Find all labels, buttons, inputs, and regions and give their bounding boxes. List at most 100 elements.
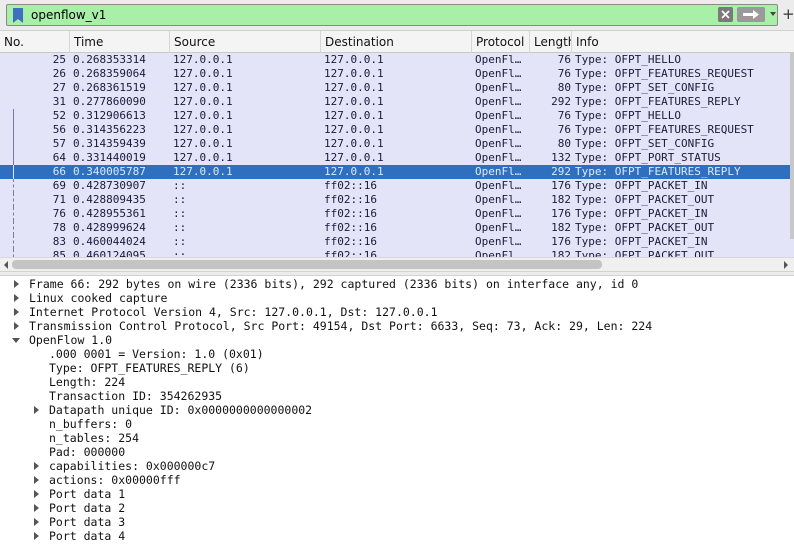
detail-tree-item[interactable]: Datapath unique ID: 0x0000000000000002 — [0, 403, 794, 417]
packet-cell-info: Type: OFPT_FEATURES_REPLY — [575, 95, 741, 108]
packet-row[interactable]: 25 0.268353314 127.0.0.1 127.0.0.1 OpenFl… 76… — [0, 53, 794, 67]
detail-tree-label: Datapath unique ID: 0x0000000000000002 — [49, 403, 313, 417]
packet-cell-no: 52 — [52, 109, 66, 122]
packet-row[interactable]: 78 0.428999624:: ff02::16 OpenFl… 182 Type: O… — [0, 221, 794, 235]
packet-cell-time: 0.277860090 — [73, 95, 146, 108]
packet-cell-src: :: — [173, 221, 187, 234]
packet-cell-no: 26 — [52, 67, 66, 80]
packet-cell-no: 83 — [52, 235, 66, 248]
bookmark-icon[interactable] — [12, 8, 24, 23]
packet-row[interactable]: 83 0.460044024:: ff02::16 OpenFl… 176 Type: O… — [0, 235, 794, 249]
detail-tree-item[interactable]: actions: 0x00000fff — [0, 473, 794, 487]
apply-filter-icon[interactable] — [737, 7, 765, 22]
packet-cell-src: :: — [173, 249, 187, 257]
column-header-source[interactable]: Source — [170, 31, 321, 53]
detail-tree-item[interactable]: Port data 4 — [0, 529, 794, 543]
packet-cell-proto: OpenFl… — [475, 207, 522, 220]
packet-list-scrollbar[interactable] — [790, 53, 794, 239]
detail-tree-label: Frame 66: 292 bytes on wire (2336 bits),… — [29, 277, 639, 291]
packet-row[interactable]: 27 0.268361519 127.0.0.1 127.0.0.1 OpenFl… 80… — [0, 81, 794, 95]
detail-tree-item[interactable]: Port data 3 — [0, 515, 794, 529]
column-header-destination[interactable]: Destination — [321, 31, 472, 53]
chevron-right-icon[interactable] — [32, 462, 40, 470]
display-filter-box[interactable] — [6, 4, 778, 26]
detail-tree-item[interactable]: Port data 1 — [0, 487, 794, 501]
detail-tree-label: Port data 2 — [49, 501, 126, 515]
packet-row[interactable]: 69 0.428730907:: ff02::16 OpenFl… 176 Type: O… — [0, 179, 794, 193]
detail-tree-item[interactable]: Transmission Control Protocol, Src Port:… — [0, 319, 794, 333]
column-header-length[interactable]: Length — [530, 31, 572, 53]
detail-tree-item[interactable]: OpenFlow 1.0 — [0, 333, 794, 347]
detail-tree-label: Pad: 000000 — [49, 445, 126, 459]
chevron-down-icon[interactable] — [768, 9, 778, 19]
packet-row[interactable]: 64 0.331440019 127.0.0.1 127.0.0.1 OpenFl… 13… — [0, 151, 794, 165]
packet-row[interactable]: 66 0.340005787 127.0.0.1 127.0.0.1 OpenFl… 29… — [0, 165, 794, 179]
packet-cell-no: 57 — [52, 137, 66, 150]
packet-cell-proto: OpenFl… — [475, 165, 522, 178]
packet-cell-time: 0.428730907 — [73, 179, 146, 192]
packet-cell-time: 0.268353314 — [73, 53, 146, 66]
packet-row[interactable]: 85 0.460124095:: ff02::16 OpenFl… 182 Type: O… — [0, 249, 794, 257]
column-header-no[interactable]: No. — [0, 31, 70, 53]
packet-list-header: No. Time Source Destination Protocol Len… — [0, 31, 794, 53]
column-header-info[interactable]: Info — [572, 31, 794, 53]
packet-cell-no: 69 — [52, 179, 66, 192]
packet-cell-no: 64 — [52, 151, 66, 164]
detail-tree-item[interactable]: Linux cooked capture — [0, 291, 794, 305]
packet-cell-len: 176 — [551, 179, 571, 192]
packet-cell-len: 76 — [557, 109, 571, 122]
packet-cell-info: Type: OFPT_PACKET_IN — [575, 207, 708, 220]
add-filter-button-icon[interactable]: + — [782, 5, 794, 25]
detail-tree-item: n_tables: 254 — [0, 431, 794, 445]
packet-cell-len: 76 — [557, 53, 571, 66]
packet-cell-info: Type: OFPT_PACKET_OUT — [575, 193, 715, 206]
chevron-right-icon[interactable] — [32, 504, 40, 512]
detail-tree-item[interactable]: Frame 66: 292 bytes on wire (2336 bits),… — [0, 277, 794, 291]
packet-row[interactable]: 71 0.428809435:: ff02::16 OpenFl… 182 Type: O… — [0, 193, 794, 207]
column-header-protocol[interactable]: Protocol — [472, 31, 530, 53]
packet-cell-time: 0.312906613 — [73, 109, 146, 122]
packet-cell-dst: ff02::16 — [324, 235, 377, 248]
chevron-right-icon[interactable] — [12, 308, 20, 316]
packet-rows: 25 0.268353314 127.0.0.1 127.0.0.1 OpenFl… 76… — [0, 53, 794, 257]
packet-cell-proto: OpenFl… — [475, 221, 522, 234]
packet-cell-len: 176 — [551, 235, 571, 248]
clear-filter-icon[interactable] — [718, 7, 733, 22]
detail-tree-item[interactable]: Internet Protocol Version 4, Src: 127.0.… — [0, 305, 794, 319]
hscroll-thumb[interactable] — [12, 260, 602, 269]
packet-cell-no: 78 — [52, 221, 66, 234]
packet-cell-len: 182 — [551, 193, 571, 206]
packet-cell-len: 76 — [557, 123, 571, 136]
chevron-right-icon[interactable] — [12, 322, 20, 330]
chevron-right-icon[interactable] — [12, 294, 20, 302]
column-header-time[interactable]: Time — [70, 31, 170, 53]
chevron-down-icon[interactable] — [12, 336, 20, 344]
packet-cell-src: :: — [173, 193, 187, 206]
scroll-right-icon[interactable] — [782, 260, 790, 270]
detail-tree-item: Pad: 000000 — [0, 445, 794, 459]
chevron-right-icon[interactable] — [32, 406, 40, 414]
chevron-right-icon[interactable] — [32, 532, 40, 540]
chevron-right-icon[interactable] — [12, 280, 20, 288]
packet-row[interactable]: 56 0.314356223 127.0.0.1 127.0.0.1 OpenFl… 76… — [0, 123, 794, 137]
detail-tree-label: actions: 0x00000fff — [49, 473, 181, 487]
chevron-right-icon[interactable] — [32, 476, 40, 484]
chevron-right-icon[interactable] — [32, 518, 40, 526]
packet-row[interactable]: 31 0.277860090 127.0.0.1 127.0.0.1 OpenFl… 29… — [0, 95, 794, 109]
packet-row[interactable]: 26 0.268359064 127.0.0.1 127.0.0.1 OpenFl… 76… — [0, 67, 794, 81]
chevron-right-icon[interactable] — [32, 490, 40, 498]
detail-tree-item: Length: 224 — [0, 375, 794, 389]
packet-row[interactable]: 52 0.312906613 127.0.0.1 127.0.0.1 OpenFl… 76… — [0, 109, 794, 123]
packet-row[interactable]: 57 0.314359439 127.0.0.1 127.0.0.1 OpenFl… 80… — [0, 137, 794, 151]
detail-tree-item[interactable]: Port data 2 — [0, 501, 794, 515]
packet-cell-time: 0.268359064 — [73, 67, 146, 80]
scroll-left-icon[interactable] — [2, 260, 10, 270]
packet-list-hscrollbar[interactable] — [0, 257, 794, 271]
detail-tree-item[interactable]: capabilities: 0x000000c7 — [0, 459, 794, 473]
packet-cell-src: :: — [173, 207, 187, 220]
packet-row[interactable]: 76 0.428955361:: ff02::16 OpenFl… 176 Type: O… — [0, 207, 794, 221]
display-filter-input[interactable] — [31, 5, 711, 25]
packet-cell-src: 127.0.0.1 — [173, 95, 233, 108]
detail-tree-label: Transmission Control Protocol, Src Port:… — [29, 319, 653, 333]
packet-cell-dst: ff02::16 — [324, 207, 377, 220]
